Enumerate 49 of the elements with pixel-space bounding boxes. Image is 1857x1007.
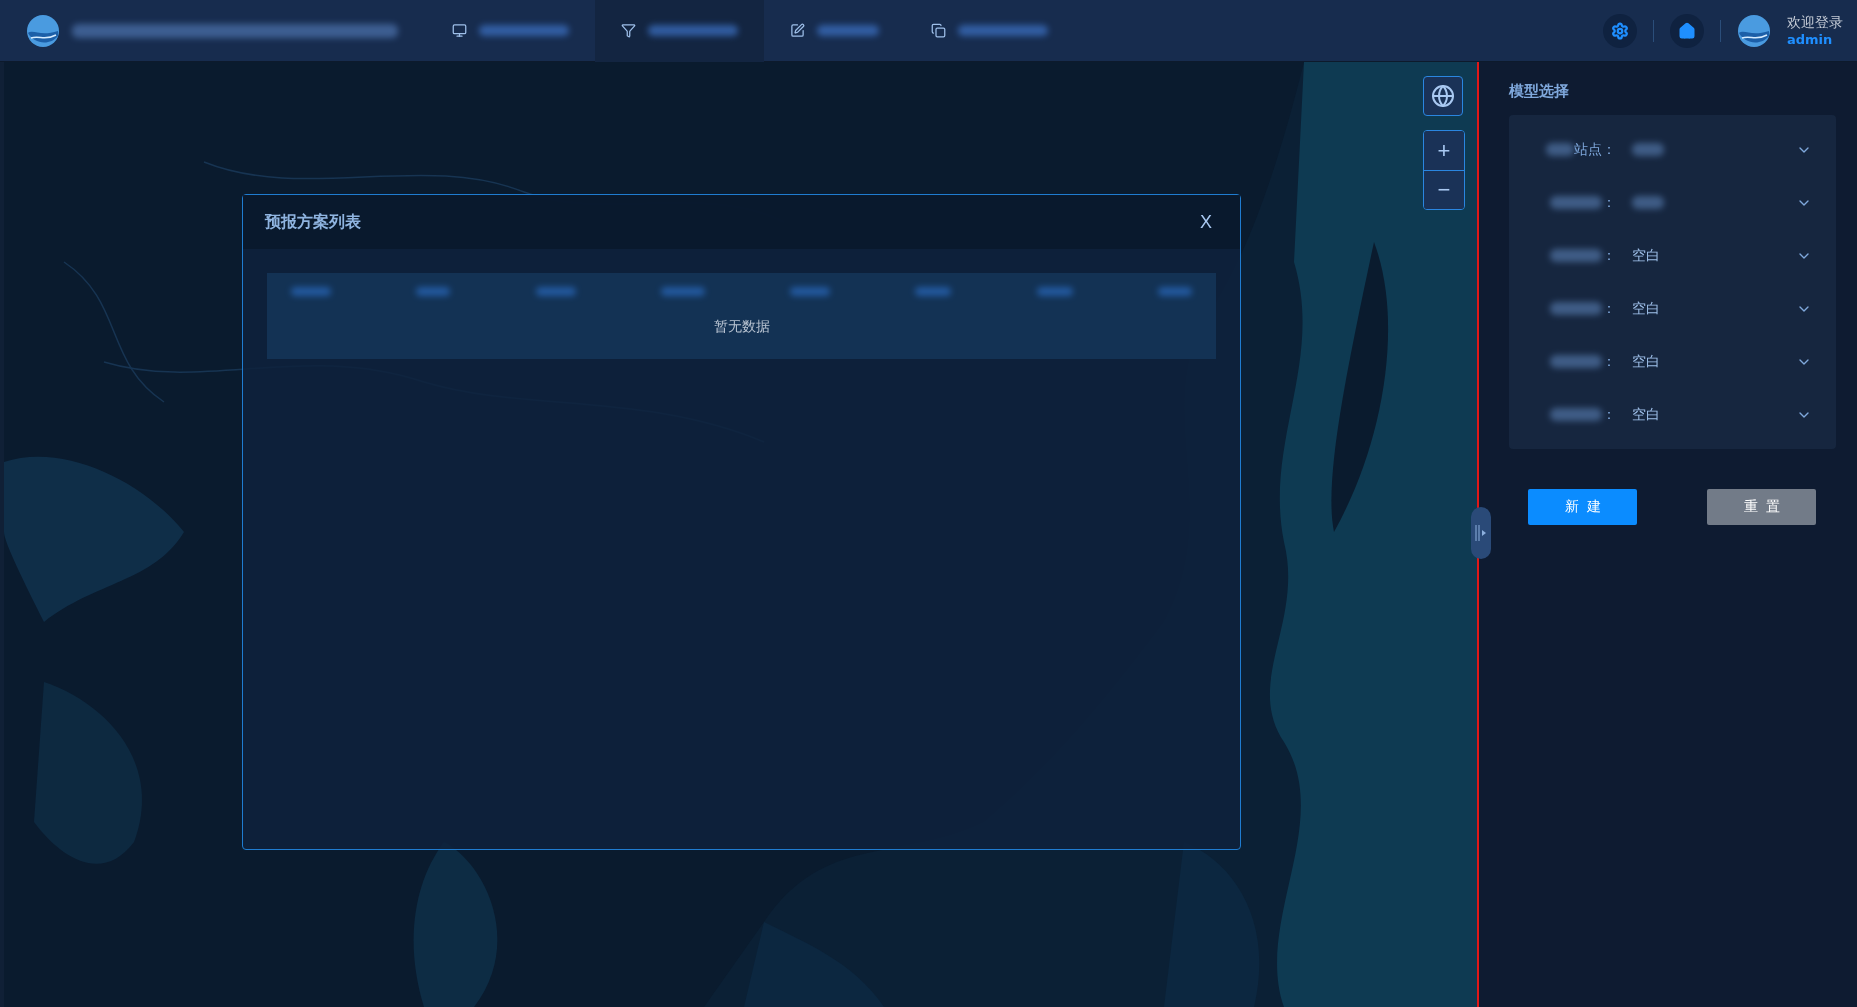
filter-icon <box>621 23 636 38</box>
field-value: 空白 <box>1632 405 1660 424</box>
field-label: ： <box>1602 193 1616 212</box>
dialog-title: 预报方案列表 <box>265 211 361 233</box>
user-name: admin <box>1787 30 1834 49</box>
edit-icon <box>790 23 805 38</box>
globe-icon <box>1431 84 1455 108</box>
settings-icon <box>1611 21 1629 40</box>
field-label: ： <box>1602 405 1616 424</box>
logo-icon <box>26 13 60 48</box>
home-button[interactable] <box>1670 13 1704 48</box>
blurred-text <box>817 25 879 36</box>
select-field[interactable]: ： 空白 <box>1509 388 1836 441</box>
field-label: ： <box>1602 299 1616 318</box>
reset-button[interactable]: 重置 <box>1707 489 1816 525</box>
select-field[interactable]: ： <box>1509 176 1836 229</box>
panel-title: 模型选择 <box>1509 82 1570 101</box>
zoom-in-button[interactable]: + <box>1424 131 1464 170</box>
monitor-icon <box>452 23 467 38</box>
settings-button[interactable] <box>1603 13 1637 48</box>
zoom-out-button[interactable]: − <box>1424 170 1464 209</box>
select-field[interactable]: ： 空白 <box>1509 229 1836 282</box>
blurred-column-header <box>915 287 952 296</box>
field-value: 空白 <box>1632 299 1660 318</box>
collapse-icon <box>1475 523 1487 543</box>
field-value: 空白 <box>1632 352 1660 371</box>
blurred-column-header <box>291 287 331 296</box>
field-label: ： <box>1602 352 1616 371</box>
home-icon <box>1678 21 1696 40</box>
blurred-column-header <box>416 287 451 296</box>
select-field[interactable]: ： 空白 <box>1509 282 1836 335</box>
copy-icon <box>931 23 946 38</box>
blurred-column-header <box>790 287 831 296</box>
blurred-column-header <box>660 287 705 296</box>
select-field[interactable]: 站点： <box>1509 123 1836 176</box>
field-label: 站点： <box>1574 140 1616 159</box>
welcome-text: 欢迎登录 <box>1787 12 1843 31</box>
collapse-handle[interactable] <box>1471 507 1491 559</box>
field-value: 空白 <box>1632 246 1660 265</box>
empty-text: 暂无数据 <box>713 318 770 336</box>
close-button[interactable]: X <box>1194 210 1218 234</box>
select-field[interactable]: ： 空白 <box>1509 335 1836 388</box>
field-label: ： <box>1602 246 1616 265</box>
blurred-column-header <box>535 287 576 296</box>
nav-tab[interactable] <box>595 0 764 62</box>
blurred-column-header <box>1157 287 1192 296</box>
blurred-column-header <box>1036 287 1073 296</box>
logo-icon <box>1737 13 1771 48</box>
globe-button[interactable] <box>1423 76 1463 116</box>
